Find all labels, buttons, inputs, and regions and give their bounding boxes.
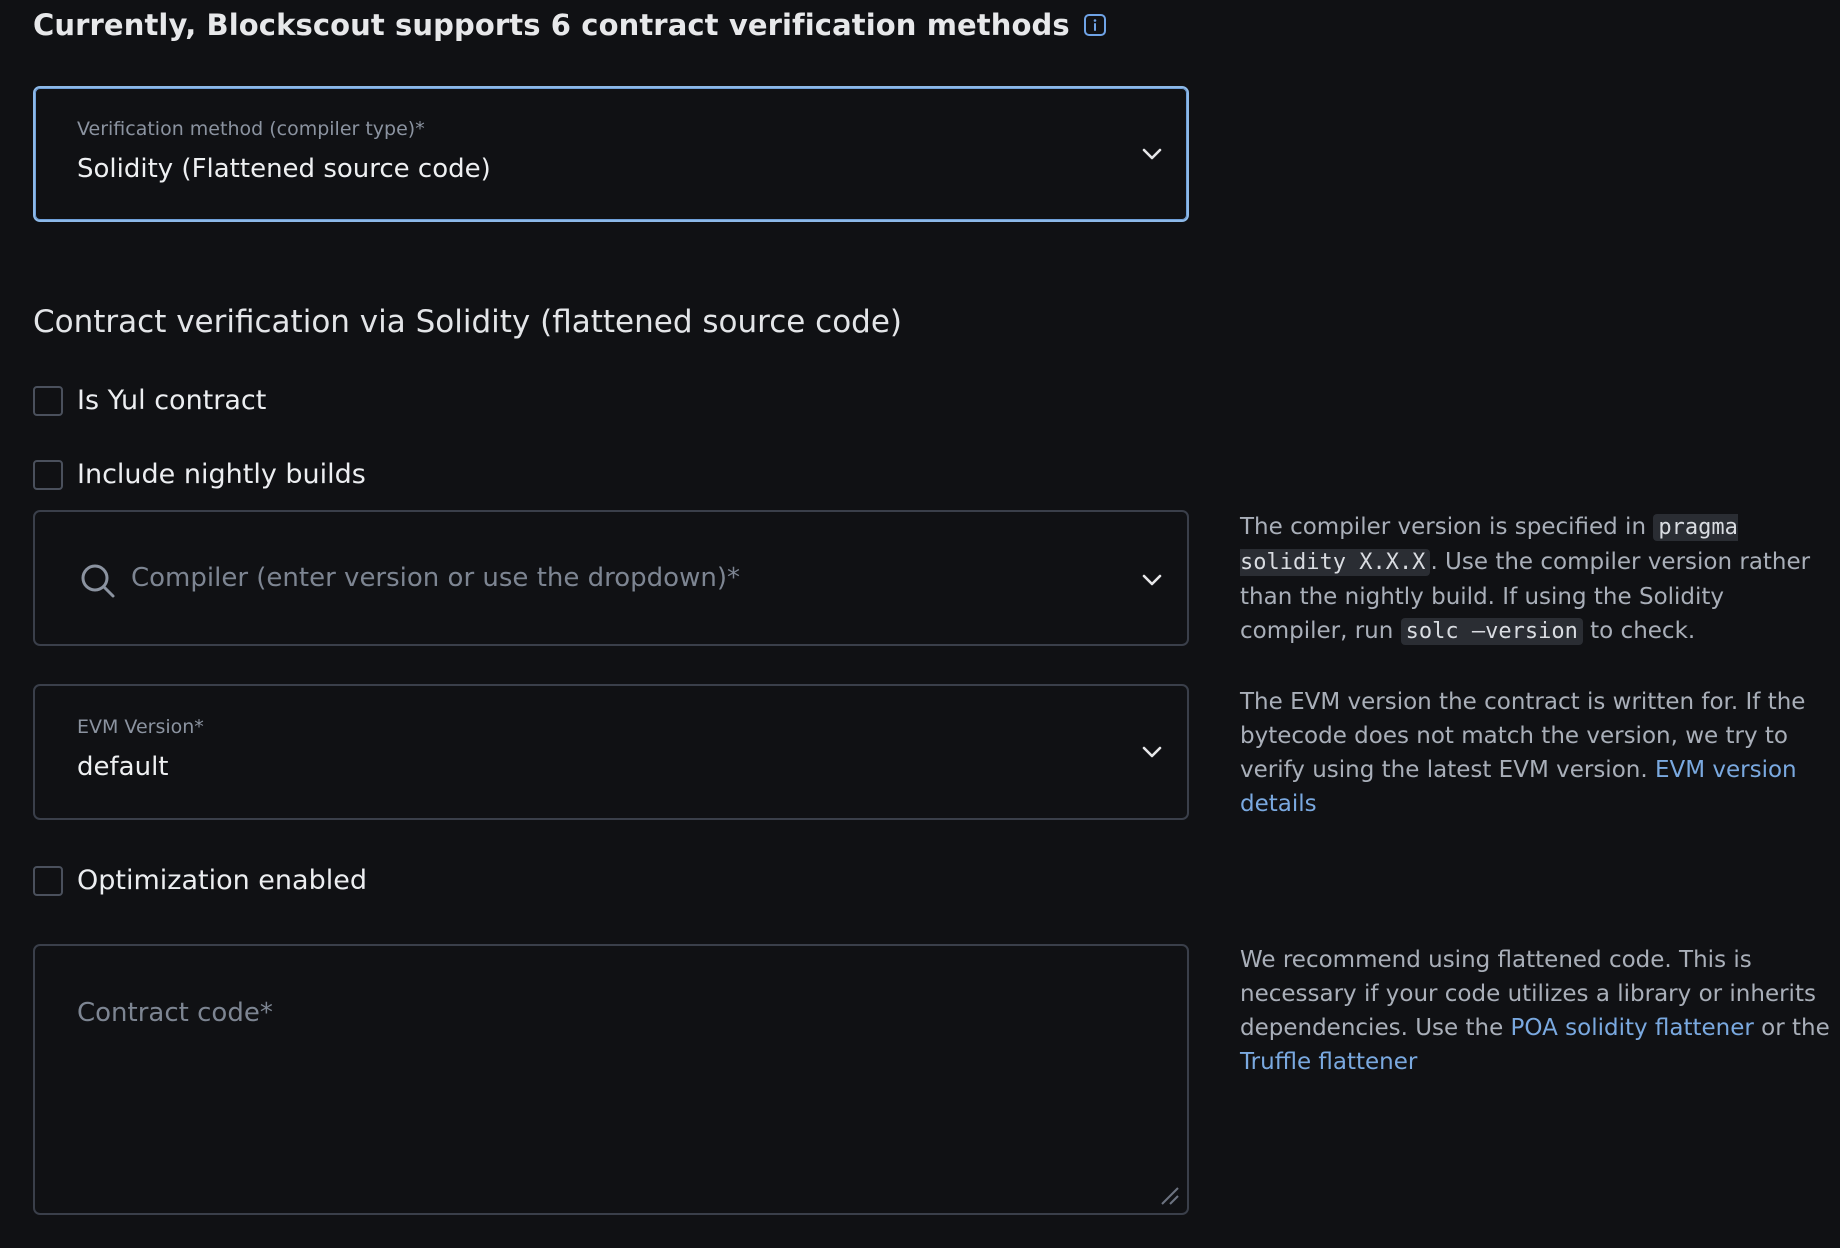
nightly-builds-label: Include nightly builds xyxy=(77,459,366,490)
chevron-down-icon[interactable] xyxy=(1139,141,1165,167)
solc-version-code-snippet: solc —version xyxy=(1400,618,1583,645)
info-icon[interactable] xyxy=(1082,12,1108,38)
evm-help-text: The EVM version the contract is written … xyxy=(1240,685,1830,821)
evm-version-label: EVM Version* xyxy=(77,716,204,738)
nightly-builds-checkbox[interactable] xyxy=(33,459,63,490)
section-title: Contract verification via Solidity (flat… xyxy=(33,304,903,340)
search-icon xyxy=(79,562,117,604)
compiler-placeholder: Compiler (enter version or use the dropd… xyxy=(131,563,740,593)
evm-version-value: default xyxy=(77,752,169,782)
resize-grip-icon[interactable] xyxy=(1158,1184,1180,1206)
page-title-text: Currently, Blockscout supports 6 contrac… xyxy=(33,8,1070,42)
compiler-help-text: The compiler version is specified in pra… xyxy=(1240,510,1830,649)
compiler-select[interactable]: Compiler (enter version or use the dropd… xyxy=(33,510,1189,646)
optimization-label: Optimization enabled xyxy=(77,865,367,896)
verification-method-label: Verification method (compiler type)* xyxy=(77,118,425,140)
verification-method-value: Solidity (Flattened source code) xyxy=(77,154,491,184)
code-help-part2: or the xyxy=(1753,1015,1830,1041)
yul-contract-checkbox-row[interactable]: Is Yul contract xyxy=(33,385,266,416)
yul-contract-checkbox[interactable] xyxy=(33,385,63,416)
optimization-checkbox[interactable] xyxy=(33,865,63,896)
contract-code-placeholder: Contract code* xyxy=(77,998,273,1028)
chevron-down-icon[interactable] xyxy=(1139,739,1165,765)
nightly-builds-checkbox-row[interactable]: Include nightly builds xyxy=(33,459,366,490)
optimization-checkbox-row[interactable]: Optimization enabled xyxy=(33,865,367,896)
truffle-flattener-link[interactable]: Truffle flattener xyxy=(1240,1049,1417,1075)
page-title: Currently, Blockscout supports 6 contrac… xyxy=(33,8,1108,42)
contract-code-input[interactable] xyxy=(33,944,1189,1215)
compiler-help-part1: The compiler version is specified in xyxy=(1240,514,1654,540)
contract-code-help-text: We recommend using flattened code. This … xyxy=(1240,943,1830,1079)
yul-contract-label: Is Yul contract xyxy=(77,385,267,416)
chevron-down-icon[interactable] xyxy=(1139,567,1165,593)
poa-flattener-link[interactable]: POA solidity flattener xyxy=(1511,1015,1754,1041)
compiler-help-part3: to check. xyxy=(1582,618,1696,644)
verification-method-select[interactable]: Verification method (compiler type)* Sol… xyxy=(33,86,1189,222)
evm-version-select[interactable]: EVM Version* default xyxy=(33,684,1189,820)
